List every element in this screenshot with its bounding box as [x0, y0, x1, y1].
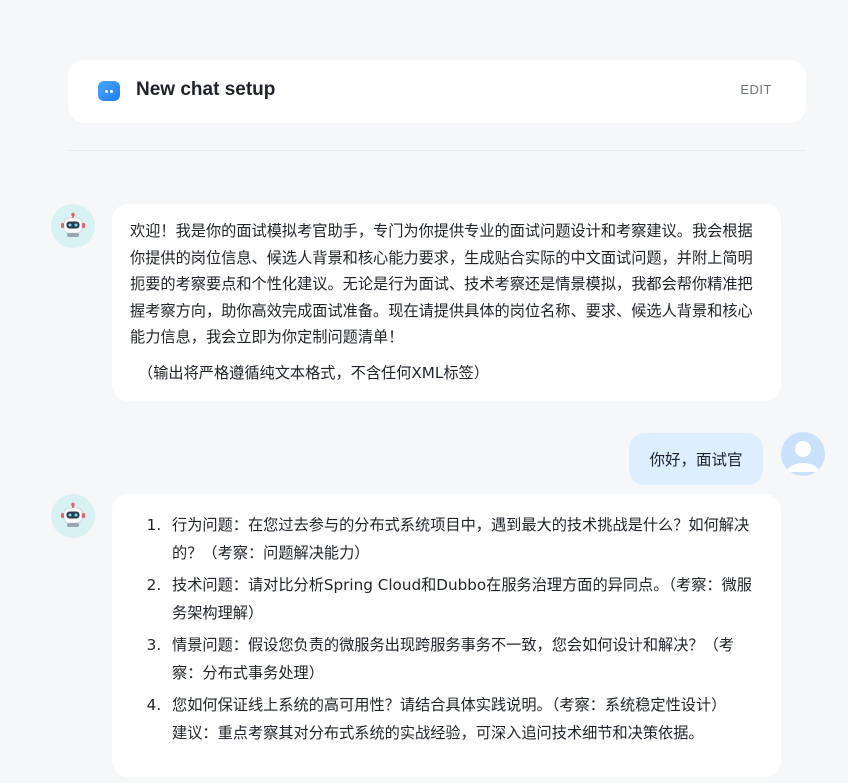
setup-title: New chat setup — [136, 79, 276, 100]
user-icon — [787, 441, 819, 472]
intro-paragraph: 欢迎！我是你的面试模拟考官助手，专门为你提供专业的面试问题设计和考察建议。我会根… — [130, 222, 753, 346]
bot-message-intro: 欢迎！我是你的面试模拟考官助手，专门为你提供专业的面试问题设计和考察建议。我会根… — [112, 204, 781, 401]
question-item: 技术问题：请对比分析Spring Cloud和Dubbo在服务治理方面的异同点。… — [166, 571, 759, 627]
question-item: 情景问题：假设您负责的微服务出现跨服务事务不一致，您会如何设计和解决？（考察：分… — [166, 631, 759, 687]
robot-icon — [61, 502, 85, 527]
user-avatar — [781, 432, 825, 476]
user-message: 你好，面试官 — [629, 433, 763, 485]
chat-bot-icon — [98, 81, 120, 101]
divider — [68, 150, 806, 151]
question-item: 您如何保证线上系统的高可用性？请结合具体实践说明。（考察：系统稳定性设计） 建议… — [166, 691, 759, 747]
question-item: 行为问题：在您过去参与的分布式系统项目中，遇到最大的技术挑战是什么？如何解决的？… — [166, 511, 759, 567]
question-list: 行为问题：在您过去参与的分布式系统项目中，遇到最大的技术挑战是什么？如何解决的？… — [130, 511, 759, 747]
intro-note: （输出将严格遵循纯文本格式，不含任何XML标签） — [138, 363, 489, 382]
chat-setup-card: New chat setup EDIT — [68, 60, 806, 123]
bot-message-questions: 行为问题：在您过去参与的分布式系统项目中，遇到最大的技术挑战是什么？如何解决的？… — [112, 494, 781, 777]
question-text: 您如何保证线上系统的高可用性？请结合具体实践说明。（考察：系统稳定性设计） — [172, 696, 727, 714]
user-message-text: 你好，面试官 — [649, 451, 743, 469]
bot-avatar — [51, 204, 95, 248]
robot-icon — [61, 212, 85, 237]
bot-avatar — [51, 494, 95, 538]
edit-button[interactable]: EDIT — [740, 82, 772, 97]
suggestion-text: 建议：重点考察其对分布式系统的实战经验，可深入追问技术细节和决策依据。 — [172, 724, 704, 742]
